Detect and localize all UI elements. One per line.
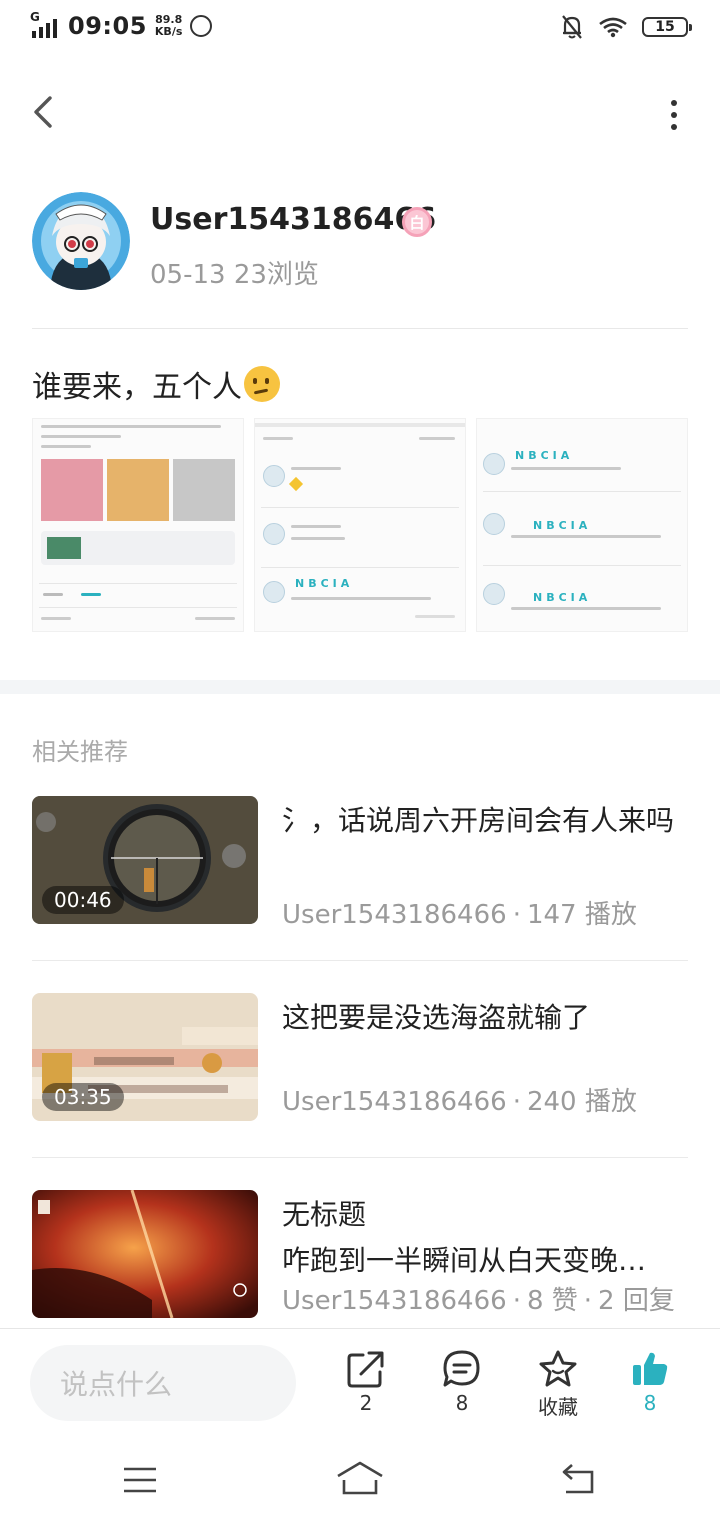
related-item-author[interactable]: User1543186466: [282, 1087, 507, 1117]
favorite-label: 收藏: [538, 1395, 578, 1419]
related-item-title[interactable]: 氵，话说周六开房间会有人来吗: [282, 798, 688, 844]
post-image-2[interactable]: NBCIA: [254, 418, 466, 632]
related-item-title[interactable]: 这把要是没选海盗就输了: [282, 995, 688, 1041]
like-count-stat: 8 赞: [526, 1286, 578, 1316]
like-count: 8: [643, 1391, 657, 1415]
related-item-author[interactable]: User1543186466: [282, 900, 507, 930]
related-item-title[interactable]: 无标题 咋跑到一半瞬间从白天变晚…: [282, 1192, 688, 1284]
share-icon: [347, 1351, 384, 1388]
related-item-info: User1543186466 · 8 赞 · 2 回复: [282, 1286, 675, 1316]
view-count: 23浏览: [233, 260, 319, 290]
divider: [32, 960, 688, 961]
battery-level: 15: [655, 19, 675, 35]
video-duration: 00:46: [42, 886, 124, 914]
related-item-title-line1: 无标题: [282, 1198, 367, 1231]
post-title: 谁要来，五个人: [32, 362, 280, 406]
home-icon[interactable]: [336, 1460, 384, 1496]
app-notification-icon: [190, 15, 213, 37]
related-item[interactable]: 03:35 这把要是没选海盗就输了 User1543186466 · 240 播放: [32, 993, 688, 1123]
wifi-icon: [599, 17, 627, 38]
related-section-label: 相关推荐: [32, 738, 128, 766]
system-navigation-bar: [0, 1440, 720, 1520]
play-count: 147 播放: [526, 900, 637, 930]
divider: [32, 328, 688, 329]
comment-input[interactable]: 说点什么: [30, 1345, 296, 1421]
post-images: NBCIA NBCIA NBCIA NBCIA: [32, 418, 688, 632]
user-level-badge: 白: [402, 207, 432, 237]
author-username[interactable]: User1543186466: [150, 202, 436, 237]
mute-bell-icon: [562, 15, 582, 39]
star-icon: [539, 1350, 577, 1387]
favorite-button[interactable]: 收藏: [523, 1349, 593, 1420]
post-image-3[interactable]: NBCIA NBCIA NBCIA: [476, 418, 688, 632]
level-badge-text: 白: [409, 213, 425, 232]
related-item-info: User1543186466 · 147 播放: [282, 900, 637, 930]
thinking-face-emoji: [244, 366, 280, 402]
comment-icon: [443, 1350, 480, 1387]
related-item[interactable]: 无标题 咋跑到一半瞬间从白天变晚… User1543186466 · 8 赞 · 2 回…: [32, 1190, 688, 1320]
related-item-title-line2: 咋跑到一半瞬间从白天变晚…: [282, 1244, 647, 1277]
post-title-text: 谁要来，五个人: [32, 370, 242, 405]
video-thumbnail[interactable]: 00:46: [32, 796, 258, 924]
post-meta: 05-13 23浏览: [150, 254, 319, 291]
section-divider: [0, 680, 720, 694]
share-button[interactable]: 2: [331, 1349, 401, 1415]
post-date: 05-13: [150, 260, 226, 290]
related-item-author[interactable]: User1543186466: [282, 1286, 507, 1316]
bottom-action-bar: 说点什么 2 8 收藏 8: [0, 1328, 720, 1440]
comment-placeholder: 说点什么: [60, 1368, 173, 1401]
clock: 09:05: [68, 12, 147, 40]
post-image-1[interactable]: [32, 418, 244, 632]
back-arrow-icon[interactable]: [28, 90, 64, 134]
back-nav-icon[interactable]: [560, 1462, 598, 1496]
author-avatar[interactable]: [32, 192, 130, 290]
status-bar: G 09:05 89.8 KB/s 15: [0, 0, 720, 56]
like-button[interactable]: 8: [615, 1349, 685, 1415]
network-speed: 89.8 KB/s: [155, 14, 182, 38]
battery-indicator: 15: [642, 17, 692, 37]
video-thumbnail[interactable]: 03:35: [32, 993, 258, 1121]
reply-count-stat: 2 回复: [598, 1286, 675, 1316]
menu-icon[interactable]: [122, 1466, 158, 1494]
network-type: G: [30, 10, 40, 24]
image-thumbnail[interactable]: [32, 1190, 258, 1318]
video-duration: 03:35: [42, 1083, 124, 1111]
thumbs-up-icon: [633, 1352, 668, 1385]
comment-button[interactable]: 8: [427, 1349, 497, 1415]
more-options-icon[interactable]: [668, 92, 680, 132]
play-count: 240 播放: [526, 1087, 637, 1117]
related-item[interactable]: 00:46 氵，话说周六开房间会有人来吗 User1543186466 · 147 …: [32, 796, 688, 930]
signal-icon: G: [30, 10, 60, 40]
speed-unit: KB/s: [154, 25, 183, 38]
divider: [32, 1157, 688, 1158]
share-count: 2: [359, 1391, 373, 1415]
related-item-info: User1543186466 · 240 播放: [282, 1087, 637, 1117]
comment-count: 8: [455, 1391, 469, 1415]
